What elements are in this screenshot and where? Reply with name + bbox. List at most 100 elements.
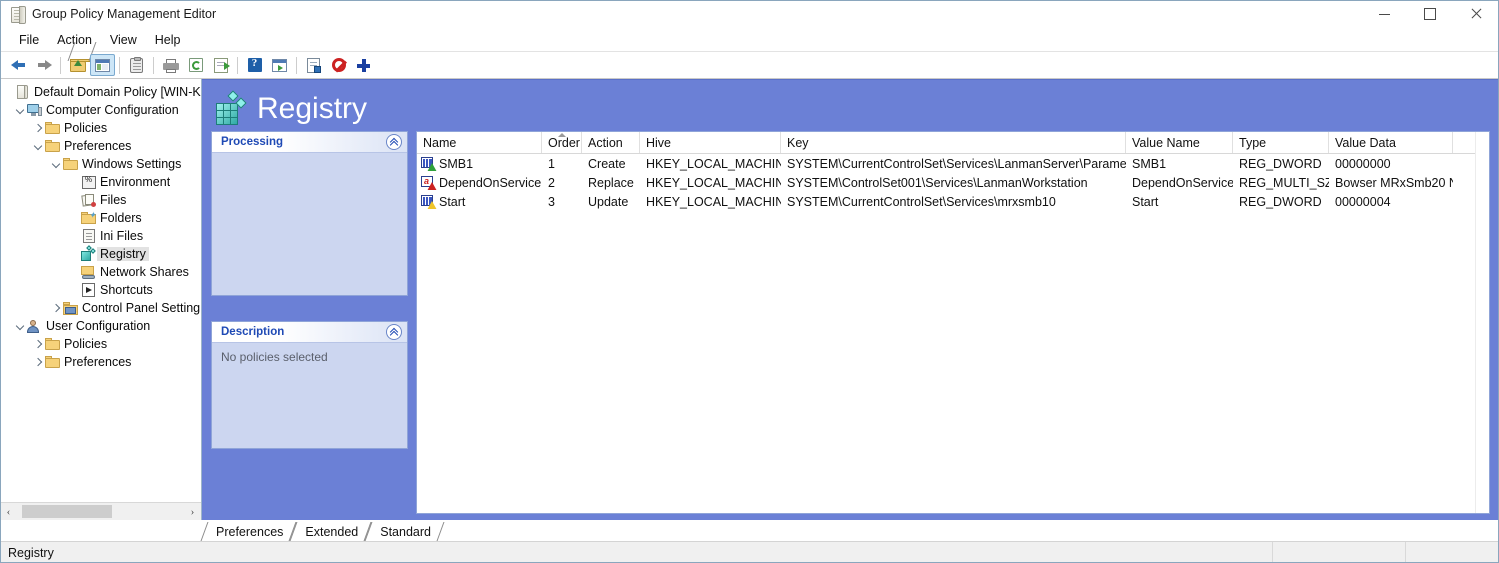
show-hide-console-tree-button[interactable] [90, 54, 115, 76]
back-button[interactable] [6, 54, 31, 76]
column-header-value-name[interactable]: Value Name [1126, 132, 1233, 153]
tab-standard[interactable]: Standard [368, 522, 441, 541]
tree-horizontal-scrollbar[interactable]: ‹ › [0, 502, 201, 520]
maximize-button[interactable] [1407, 0, 1453, 28]
cell-value-name: DependOnService [1126, 176, 1233, 190]
scroll-left-icon[interactable]: ‹ [0, 503, 17, 520]
refresh-button[interactable] [183, 54, 208, 76]
registry-items-listview[interactable]: Name Order Action Hive Key Value Name Ty… [416, 131, 1490, 514]
tree-item-files[interactable]: Files [0, 191, 201, 209]
registry-large-icon [214, 93, 248, 125]
column-header-value-data[interactable]: Value Data [1329, 132, 1453, 153]
new-item-button[interactable] [351, 54, 376, 76]
listview-vertical-scrollbar[interactable] [1475, 132, 1489, 513]
folders-icon: ✦ [80, 212, 97, 224]
cell-value-name: SMB1 [1126, 157, 1233, 171]
table-row[interactable]: SMB1 1 Create HKEY_LOCAL_MACHINE SYSTEM\… [417, 154, 1489, 173]
menu-file[interactable]: File [10, 31, 48, 49]
column-header-name[interactable]: Name [417, 132, 542, 153]
tree-item-computer-preferences[interactable]: Preferences [0, 137, 201, 155]
expander-down[interactable] [12, 323, 26, 330]
processing-collapse-button[interactable] [386, 134, 402, 150]
tree-item-computer-configuration[interactable]: Computer Configuration [0, 101, 201, 119]
new-item-icon [357, 59, 370, 72]
tree-item-computer-policies[interactable]: Policies [0, 119, 201, 137]
menu-help[interactable]: Help [146, 31, 190, 49]
cell-key: SYSTEM\CurrentControlSet\Services\mrxsmb… [781, 195, 1126, 209]
maximize-icon [1424, 8, 1436, 20]
help-button[interactable]: ? [242, 54, 267, 76]
export-list-button[interactable] [208, 54, 233, 76]
close-button[interactable] [1453, 0, 1499, 28]
status-text: Registry [0, 542, 1272, 563]
properties-clipboard-button[interactable] [124, 54, 149, 76]
cell-action: Replace [582, 176, 640, 190]
expander-down[interactable] [30, 143, 44, 150]
cell-name: SMB1 [439, 157, 473, 171]
tree-item-control-panel-settings[interactable]: Control Panel Setting [0, 299, 201, 317]
forward-button[interactable] [31, 54, 56, 76]
tab-extended[interactable]: Extended [293, 522, 368, 541]
tree-item-environment[interactable]: % Environment [0, 173, 201, 191]
tree-item-shortcuts[interactable]: Shortcuts [0, 281, 201, 299]
menu-view[interactable]: View [101, 31, 146, 49]
tree-item-label: Default Domain Policy [WIN-KH [34, 85, 201, 99]
tree-item-windows-settings[interactable]: Windows Settings [0, 155, 201, 173]
shortcuts-icon [80, 283, 97, 297]
column-header-key[interactable]: Key [781, 132, 1126, 153]
scrollbar-thumb[interactable] [22, 505, 112, 518]
tab-preferences[interactable]: Preferences [204, 522, 293, 541]
properties-clipboard-icon [130, 58, 143, 73]
processing-panel-body [212, 153, 407, 295]
tree-item-label: Control Panel Setting [82, 301, 200, 315]
registry-value-icon [421, 157, 436, 171]
expander-right[interactable] [30, 341, 44, 348]
column-header-type[interactable]: Type [1233, 132, 1329, 153]
console-tree[interactable]: Default Domain Policy [WIN-KH Computer C… [0, 79, 201, 502]
scroll-right-icon[interactable]: › [184, 503, 201, 520]
print-button[interactable] [158, 54, 183, 76]
tree-item-network-shares[interactable]: Network Shares [0, 263, 201, 281]
console-root-icon [14, 85, 31, 99]
minimize-button[interactable] [1361, 0, 1407, 28]
cell-name: DependOnService [439, 176, 541, 190]
expander-right[interactable] [30, 359, 44, 366]
column-header-order[interactable]: Order [542, 132, 582, 153]
tree-item-default-domain-policy[interactable]: Default Domain Policy [WIN-KH [0, 83, 201, 101]
tree-item-user-configuration[interactable]: User Configuration [0, 317, 201, 335]
tree-item-user-preferences[interactable]: Preferences [0, 353, 201, 371]
properties-page-button[interactable] [301, 54, 326, 76]
expander-down[interactable] [48, 161, 62, 168]
cell-order: 3 [542, 195, 582, 209]
tree-item-registry[interactable]: Registry [0, 245, 201, 263]
chevron-double-up-icon [390, 328, 398, 336]
status-cell-2 [1273, 542, 1405, 563]
cell-type: REG_DWORD [1233, 157, 1329, 171]
column-header-action[interactable]: Action [582, 132, 640, 153]
column-header-hive[interactable]: Hive [640, 132, 781, 153]
cell-action: Create [582, 157, 640, 171]
window-controls [1361, 0, 1499, 28]
forward-arrow-icon [36, 58, 52, 72]
expander-down[interactable] [12, 107, 26, 114]
table-row[interactable]: Start 3 Update HKEY_LOCAL_MACHINE SYSTEM… [417, 192, 1489, 211]
description-collapse-button[interactable] [386, 324, 402, 340]
expander-right[interactable] [30, 125, 44, 132]
environment-icon: % [80, 176, 97, 189]
minimize-icon [1379, 14, 1390, 15]
table-row[interactable]: DependOnService 2 Replace HKEY_LOCAL_MAC… [417, 173, 1489, 192]
tree-item-user-policies[interactable]: Policies [0, 335, 201, 353]
up-one-level-button[interactable] [65, 54, 90, 76]
toolbar-separator [153, 57, 154, 74]
tree-item-label: Windows Settings [82, 157, 181, 171]
toolbar-separator [237, 57, 238, 74]
cell-hive: HKEY_LOCAL_MACHINE [640, 157, 781, 171]
tree-item-label: User Configuration [46, 319, 150, 333]
side-panels: Processing Description No policies [211, 131, 408, 514]
expander-right[interactable] [48, 305, 62, 312]
tree-item-ini-files[interactable]: Ini Files [0, 227, 201, 245]
properties-page-icon [307, 58, 320, 73]
disable-button[interactable] [326, 54, 351, 76]
tree-item-folders[interactable]: ✦ Folders [0, 209, 201, 227]
show-hide-action-pane-button[interactable] [267, 54, 292, 76]
